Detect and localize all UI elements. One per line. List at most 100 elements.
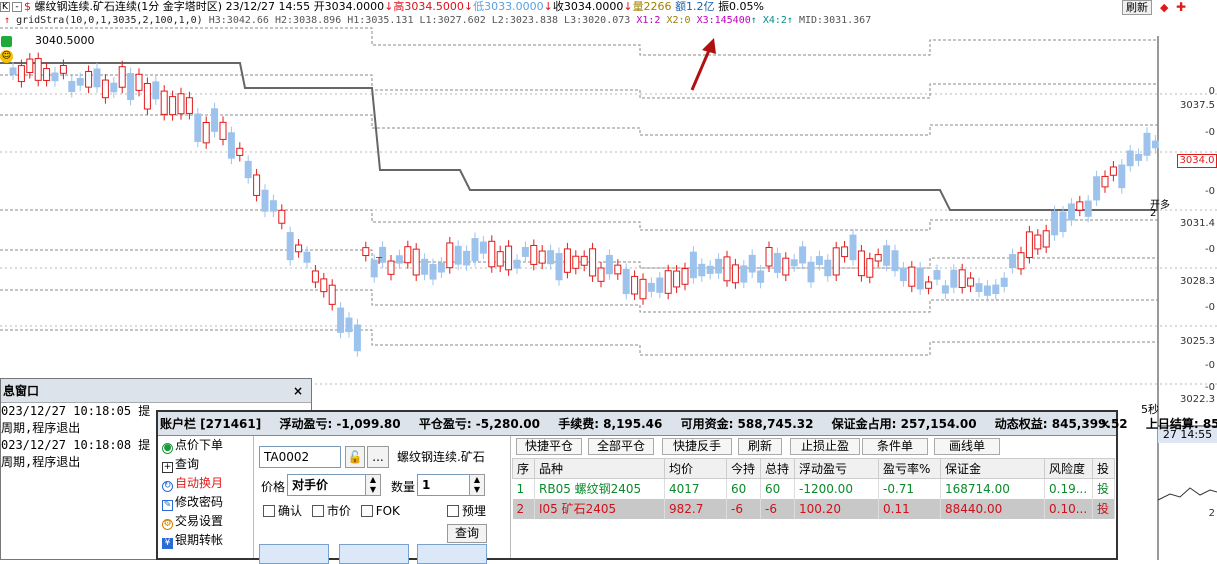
- diamond-icon[interactable]: ◆: [1160, 1, 1168, 14]
- col-margin[interactable]: 保证金: [940, 458, 1045, 479]
- candle-body: [614, 264, 622, 275]
- col-seq[interactable]: 序: [512, 458, 535, 479]
- lock-icon[interactable]: 🔓: [345, 446, 365, 468]
- price-tick-label: 3037.5: [1180, 100, 1215, 111]
- menu-bank-transfer[interactable]: ¥ 银期转帐: [158, 531, 253, 550]
- candle-body: [874, 254, 882, 262]
- candle-body: [479, 241, 487, 254]
- more-button[interactable]: ...: [367, 446, 389, 468]
- price-tick-label: 3028.3: [1180, 276, 1215, 287]
- high-arrow: ↓: [463, 0, 474, 13]
- symbol-label[interactable]: 螺纹钢连续.矿石: [397, 448, 485, 465]
- candle-body: [530, 244, 538, 265]
- candle-body: [866, 258, 874, 278]
- candle-body: [1067, 203, 1075, 221]
- query-button[interactable]: 查询: [447, 524, 487, 543]
- h1-value: H1:3035.131: [347, 15, 414, 26]
- amplitude-value: 振0.05%: [718, 0, 765, 13]
- refresh-button[interactable]: 刷新: [738, 438, 782, 455]
- order-options: 确认 市价 FOK: [263, 502, 400, 519]
- col-pnl-rate[interactable]: 盈亏率%: [878, 458, 941, 479]
- col-today[interactable]: 今持: [726, 458, 761, 479]
- indicator-name: gridStra(10,0,1,3035,2,100,1,0): [16, 15, 203, 26]
- stop-loss-button[interactable]: 止损止盈: [790, 438, 860, 455]
- account-close-button[interactable]: ×: [1100, 412, 1110, 436]
- smiley-icon[interactable]: ☺: [0, 50, 13, 63]
- menu-label: 自动换月: [175, 476, 224, 490]
- confirm-checkbox[interactable]: [263, 505, 275, 517]
- candle-body: [950, 269, 958, 288]
- col-total[interactable]: 总持: [760, 458, 795, 479]
- candle-body: [933, 270, 941, 280]
- col-float-pnl[interactable]: 浮动盈亏: [794, 458, 879, 479]
- account-id-input[interactable]: TA0002: [259, 446, 341, 468]
- candle-body: [261, 189, 269, 212]
- candle-body: [34, 58, 42, 81]
- menu-quick-order[interactable]: ● 点价下单: [158, 436, 253, 455]
- candle-body: [698, 263, 706, 277]
- grid-band-line: [0, 27, 1158, 56]
- menu-change-password[interactable]: ✎ 修改密码: [158, 493, 253, 512]
- grid-band-line: [0, 329, 1158, 356]
- qty-spinner[interactable]: ▲ ▼: [469, 474, 485, 496]
- level-tick-label: -0: [1205, 186, 1215, 197]
- quick-reverse-button[interactable]: 快捷反手: [662, 438, 732, 455]
- line-order-button[interactable]: 画线单: [934, 438, 1000, 455]
- refresh-circle-icon: ↻: [162, 481, 173, 492]
- collapse-icon[interactable]: -: [12, 2, 22, 12]
- margin-used: 保证金占用: 257,154.00: [831, 417, 977, 431]
- table-cell: 100.20: [794, 498, 879, 519]
- menu-trade-settings[interactable]: ⚙ 交易设置: [158, 512, 253, 531]
- candle-body: [152, 81, 160, 100]
- lock-icon[interactable]: [1, 36, 12, 47]
- marker-icon[interactable]: ✚: [1176, 0, 1186, 14]
- buy-button[interactable]: [259, 544, 329, 564]
- menu-auto-roll[interactable]: ↻ 自动换月: [158, 474, 253, 493]
- level-tick-label: -0: [1205, 360, 1215, 371]
- menu-query[interactable]: + 查询: [158, 455, 253, 474]
- preset-checkbox[interactable]: [447, 505, 459, 517]
- message-close-button[interactable]: ×: [293, 379, 303, 403]
- candle-body: [43, 68, 51, 81]
- max-price-label: 3040.5000: [35, 34, 95, 47]
- menu-label: 查询: [175, 457, 200, 471]
- account-panel[interactable]: 账户栏 [271461] 浮动盈亏: -1,099.80 平仓盈亏: -5,28…: [156, 410, 1217, 564]
- col-type[interactable]: 投: [1092, 458, 1115, 479]
- message-window-title[interactable]: 息窗口 ×: [1, 379, 311, 403]
- table-cell: -6: [726, 498, 761, 519]
- price-spinner[interactable]: ▲ ▼: [365, 474, 381, 496]
- candle-body: [916, 267, 924, 290]
- candle-body: [295, 244, 303, 253]
- candle-body: [253, 174, 261, 196]
- col-avg-price[interactable]: 均价: [664, 458, 727, 479]
- col-symbol[interactable]: 品种: [534, 458, 665, 479]
- preset-label: 预埋: [462, 504, 487, 518]
- close-value: 收3034.0000: [552, 0, 624, 13]
- refresh-button[interactable]: 刷新: [1122, 0, 1152, 15]
- candle-body: [673, 270, 681, 288]
- candle-body: [731, 264, 739, 284]
- sell-button[interactable]: [339, 544, 409, 564]
- candle-body: [1084, 200, 1092, 217]
- close-all-button[interactable]: 全部平仓: [588, 438, 654, 455]
- fok-checkbox[interactable]: [360, 505, 373, 517]
- conditional-order-button[interactable]: 条件单: [862, 438, 928, 455]
- candle-body: [832, 247, 840, 276]
- candle-body: [538, 250, 546, 264]
- candle-body: [76, 77, 84, 86]
- col-risk[interactable]: 风险度: [1044, 458, 1093, 479]
- kline-toggle-icon[interactable]: K: [0, 2, 10, 12]
- chart-header: K - $ 螺纹钢连续.矿石连续(1分 金字塔时区) 23/12/27 14:55 …: [0, 0, 764, 14]
- market-label: 市价: [326, 504, 351, 518]
- account-status-bar: 账户栏 [271461] 浮动盈亏: -1,099.80 平仓盈亏: -5,28…: [158, 412, 1217, 436]
- table-cell: 982.7: [664, 498, 727, 519]
- quick-close-button[interactable]: 快捷平仓: [516, 438, 582, 455]
- market-checkbox[interactable]: [311, 505, 324, 517]
- close-button[interactable]: [417, 544, 487, 564]
- candle-body: [463, 250, 471, 266]
- table-row[interactable]: 1 RB05 螺纹钢2405 4017 60 60 -1200.00 -0.71 168714…: [512, 478, 1115, 499]
- table-row[interactable]: 2 I05 矿石2405 982.7 -6 -6 100.20 0.11 88440.00 0.…: [512, 498, 1115, 519]
- candle-body: [1151, 140, 1159, 149]
- price-label: 价格: [261, 480, 286, 494]
- chart-datetime: 23/12/27 14:55: [225, 0, 311, 13]
